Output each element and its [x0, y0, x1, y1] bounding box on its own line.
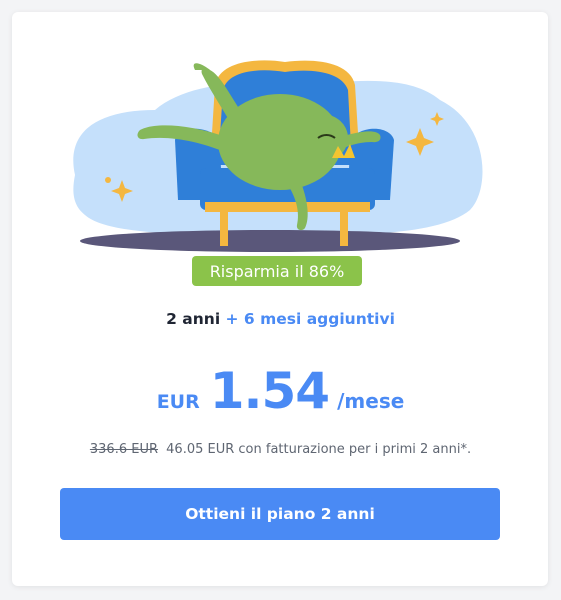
savings-badge: Risparmia il 86% [192, 256, 362, 286]
plan-duration: 2 anni [166, 310, 221, 328]
get-plan-button[interactable]: Ottieni il piano 2 anni [60, 488, 500, 540]
plan-bonus: + 6 mesi aggiuntivi [225, 310, 395, 328]
price-currency: EUR [156, 391, 200, 413]
billing-info: 336.6 EUR 46.05 EUR con fatturazione per… [0, 442, 561, 457]
price-period: /mese [337, 389, 405, 413]
price: EUR 1.54 /mese [0, 366, 561, 416]
billing-text: 46.05 EUR con fatturazione per i primi 2… [166, 442, 472, 457]
frog-armchair-illustration [73, 60, 483, 252]
plan-duration-line: 2 anni + 6 mesi aggiuntivi [0, 310, 561, 328]
price-amount: 1.54 [209, 362, 330, 420]
billing-old-price: 336.6 EUR [89, 442, 159, 457]
